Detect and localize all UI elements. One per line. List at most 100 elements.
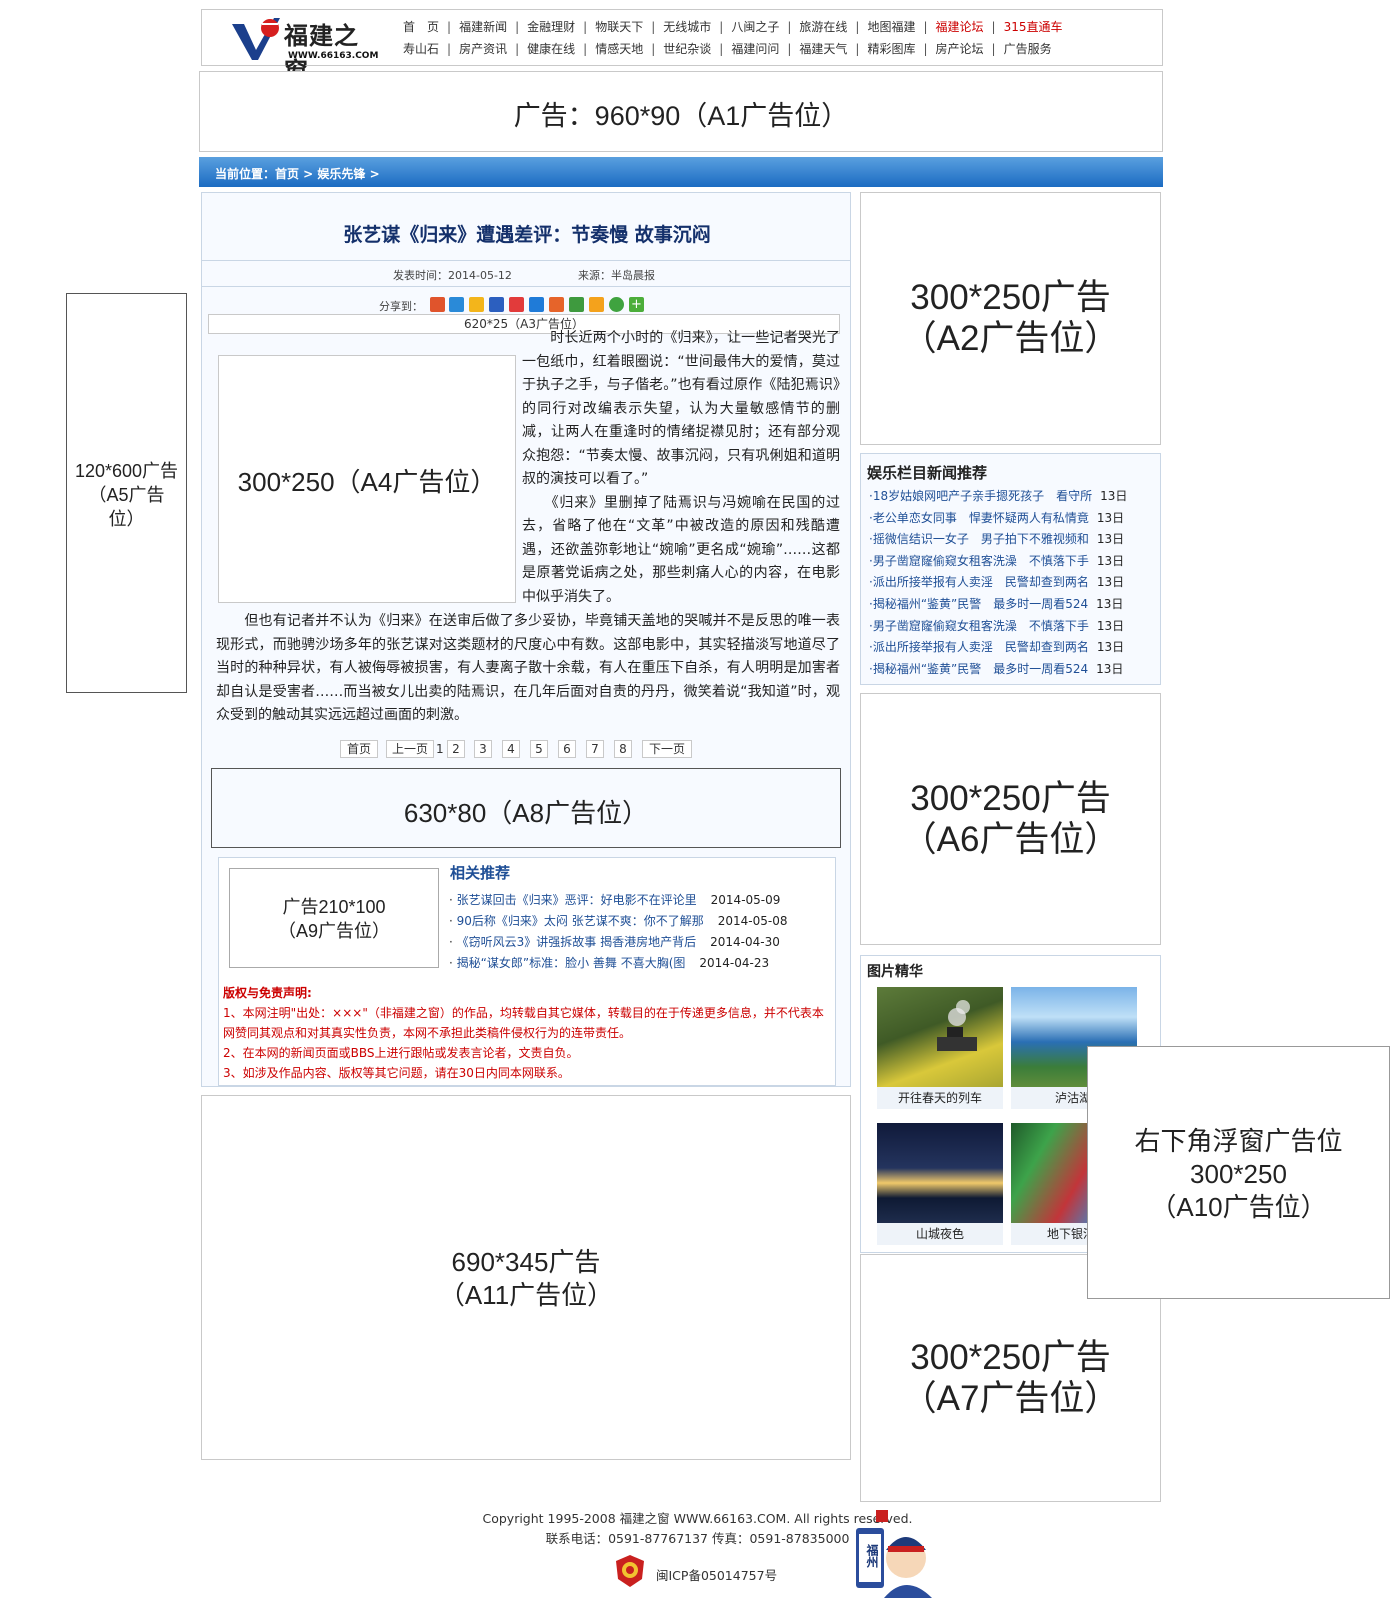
news-item-title[interactable]: ·派出所接举报有人卖淫 民警却查到两名 (869, 575, 1089, 589)
logo-v-icon (232, 18, 280, 60)
pager-page-5[interactable]: 5 (530, 740, 548, 758)
news-item[interactable]: ·男子凿窟窿偷窥女租客洗澡 不慎落下手 13日 (869, 617, 1124, 634)
news-item[interactable]: ·派出所接举报有人卖淫 民警却查到两名 13日 (869, 573, 1124, 590)
nav-link[interactable]: 房产资讯 (459, 40, 507, 57)
share-renren-icon[interactable] (509, 297, 524, 312)
pager-page-4[interactable]: 4 (502, 740, 520, 758)
nav-link[interactable]: 无线城市 (663, 18, 711, 35)
footer-contact: 联系电话：0591-87767137 传真：0591-87835000 (545, 1531, 850, 1546)
share-qzone-icon[interactable] (469, 297, 484, 312)
share-baidu-icon[interactable] (489, 297, 504, 312)
nav-link[interactable]: 精彩图库 (867, 40, 915, 57)
related-item-title[interactable]: 90后称《归来》太闷 张艺谋不爽：你不了解那 (457, 914, 704, 928)
related-item[interactable]: · 揭秘“谋女郎”标准：脸小 善舞 不喜大胸(图 2014-04-23 (449, 954, 769, 971)
nav-link[interactable]: 情感天地 (595, 40, 643, 57)
news-item-title[interactable]: ·18岁姑娘网吧产子亲手摁死孩子 看守所 (869, 489, 1092, 503)
divider (202, 286, 850, 287)
news-item-title[interactable]: ·揭秘福州“鉴黄”民警 最多时一周看524 (869, 662, 1088, 676)
related-item-date: 2014-05-08 (717, 914, 788, 928)
nav-link[interactable]: 福建问问 (731, 40, 779, 57)
pager-page-3[interactable]: 3 (474, 740, 492, 758)
nav-separator: | (447, 42, 452, 56)
news-item-title[interactable]: ·男子凿窟窿偷窥女租客洗澡 不慎落下手 (869, 554, 1089, 568)
ad-a2[interactable]: 300*250广告 （A2广告位） (860, 192, 1161, 445)
related-panel: 广告210*100 （A9广告位） 相关推荐 · 张艺谋回击《归来》恶评：好电影… (218, 857, 836, 1086)
ad-a10-line1: 右下角浮窗广告位 (1134, 1126, 1343, 1156)
news-item-title[interactable]: ·摇微信结识一女子 男子拍下不雅视频和 (869, 532, 1089, 546)
icp-label: 闽ICP备05014757号 (656, 1568, 778, 1583)
pager-prev[interactable]: 上一页 (386, 740, 434, 758)
nav-link[interactable]: 金融理财 (527, 18, 575, 35)
pager-page-8[interactable]: 8 (614, 740, 632, 758)
share-box-icon[interactable] (589, 297, 604, 312)
related-item[interactable]: · 《窃听风云3》讲强拆故事 揭香港房地产背后 2014-04-30 (449, 933, 780, 950)
share-clover-icon[interactable] (609, 297, 624, 312)
nav-link[interactable]: 福建论坛 (936, 18, 984, 35)
ad-a10-float[interactable]: 右下角浮窗广告位 300*250 （A10广告位） (1087, 1046, 1390, 1299)
nav-link[interactable]: 福建天气 (799, 40, 847, 57)
ad-a11-line2: （A11广告位） (438, 1280, 614, 1310)
related-item-title[interactable]: 《窃听风云3》讲强拆故事 揭香港房地产背后 (457, 935, 696, 949)
ad-a5[interactable]: 120*600广告 （A5广告 位） (66, 293, 187, 693)
news-item-title[interactable]: ·老公单恋女同事 悍妻怀疑两人有私情竟 (869, 511, 1089, 525)
nav-link[interactable]: 健康在线 (527, 40, 575, 57)
ad-a8[interactable]: 630*80（A8广告位） (211, 768, 841, 848)
share-qq-icon[interactable] (449, 297, 464, 312)
pager-page-6[interactable]: 6 (558, 740, 576, 758)
nav-link[interactable]: 八闽之子 (731, 18, 779, 35)
news-item-title[interactable]: ·派出所接举报有人卖淫 民警却查到两名 (869, 640, 1089, 654)
news-item-title[interactable]: ·男子凿窟窿偷窥女租客洗澡 不慎落下手 (869, 619, 1089, 633)
nav-link[interactable]: 315直通车 (1004, 18, 1063, 35)
ad-a9[interactable]: 广告210*100 （A9广告位） (229, 868, 439, 968)
news-item[interactable]: ·18岁姑娘网吧产子亲手摁死孩子 看守所 13日 (869, 487, 1127, 504)
bullet: · (449, 956, 457, 970)
photo-caption[interactable]: 山城夜色 (877, 1223, 1003, 1245)
news-item[interactable]: ·老公单恋女同事 悍妻怀疑两人有私情竟 13日 (869, 509, 1124, 526)
related-item[interactable]: · 90后称《归来》太闷 张艺谋不爽：你不了解那 2014-05-08 (449, 912, 787, 929)
pager-next[interactable]: 下一页 (642, 740, 692, 758)
article-title: 张艺谋《归来》遭遇差评：节奏慢 故事沉闷 (343, 224, 711, 246)
share-more-icon[interactable]: + (629, 297, 644, 312)
ad-a4[interactable]: 300*250（A4广告位） (218, 355, 516, 603)
nav-link[interactable]: 地图福建 (867, 18, 915, 35)
share-kaixin-icon[interactable] (529, 297, 544, 312)
related-item-date: 2014-04-30 (710, 935, 780, 949)
share-sina-icon[interactable] (430, 297, 445, 312)
pager-first[interactable]: 首页 (340, 740, 378, 758)
footer-icp[interactable]: 闽ICP备05014757号 (612, 1553, 792, 1589)
nav-link[interactable]: 寿山石 (403, 40, 439, 57)
nav-link[interactable]: 房产论坛 (936, 40, 984, 57)
nav-separator: | (515, 20, 520, 34)
pager-page-7[interactable]: 7 (586, 740, 604, 758)
related-item-title[interactable]: 张艺谋回击《归来》恶评：好电影不在评论里 (457, 893, 697, 907)
ad-a11[interactable]: 690*345广告 （A11广告位） (201, 1095, 851, 1460)
nav-link[interactable]: 物联天下 (595, 18, 643, 35)
pager-page-2[interactable]: 2 (447, 740, 465, 758)
ad-a9-line2: （A9广告位） (277, 921, 391, 941)
nav-separator: | (515, 42, 520, 56)
related-item-title[interactable]: 揭秘“谋女郎”标准：脸小 善舞 不喜大胸(图 (457, 956, 686, 970)
site-logo[interactable]: 福建之窗 WWW.66163.COM (230, 14, 380, 85)
news-item[interactable]: ·摇微信结识一女子 男子拍下不雅视频和 13日 (869, 530, 1124, 547)
news-item[interactable]: ·派出所接举报有人卖淫 民警却查到两名 13日 (869, 638, 1124, 655)
nav-link[interactable]: 首 页 (403, 18, 439, 35)
nav-link[interactable]: 旅游在线 (799, 18, 847, 35)
share-tieba-icon[interactable] (549, 297, 564, 312)
share-douban-icon[interactable] (569, 297, 584, 312)
cyber-police-badge[interactable]: 福州 (856, 1510, 940, 1598)
related-item[interactable]: · 张艺谋回击《归来》恶评：好电影不在评论里 2014-05-09 (449, 891, 780, 908)
news-item[interactable]: ·男子凿窟窿偷窥女租客洗澡 不慎落下手 13日 (869, 552, 1124, 569)
police-badge-text: 福州 (865, 1544, 879, 1568)
news-item[interactable]: ·揭秘福州“鉴黄”民警 最多时一周看524 13日 (869, 595, 1123, 612)
ad-a1[interactable]: 广告：960*90（A1广告位） (199, 71, 1163, 152)
photo-caption[interactable]: 开往春天的列车 (877, 1087, 1003, 1109)
photo-spring-train[interactable] (877, 987, 1003, 1087)
ad-a6[interactable]: 300*250广告 （A6广告位） (860, 693, 1161, 945)
news-item-title[interactable]: ·揭秘福州“鉴黄”民警 最多时一周看524 (869, 597, 1088, 611)
photo-city-night[interactable] (877, 1123, 1003, 1223)
nav-link[interactable]: 广告服务 (1004, 40, 1052, 57)
nav-link[interactable]: 世纪杂谈 (663, 40, 711, 57)
nav-link[interactable]: 福建新闻 (459, 18, 507, 35)
nav-separator: | (719, 20, 724, 34)
news-item[interactable]: ·揭秘福州“鉴黄”民警 最多时一周看524 13日 (869, 660, 1123, 677)
